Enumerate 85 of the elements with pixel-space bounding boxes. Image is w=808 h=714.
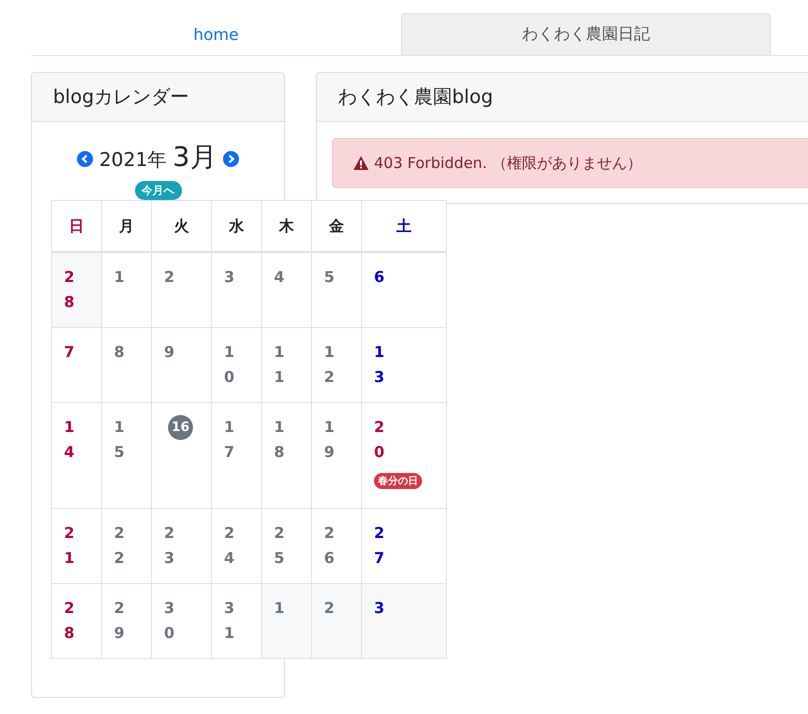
day-cell[interactable]: 3 — [362, 583, 446, 658]
day-cell[interactable]: 13 — [362, 327, 446, 402]
day-number: 6 — [374, 267, 384, 288]
day-number: 2 — [324, 598, 334, 618]
nav-tab[interactable]: わくわく農園日記 — [401, 13, 771, 55]
day-cell[interactable]: 11 — [262, 327, 312, 402]
next-icon[interactable] — [222, 151, 239, 167]
day-number: 15 — [114, 416, 124, 462]
alert-message: 403 Forbidden. （権限がありません） — [374, 154, 642, 172]
day-number: 2 — [164, 267, 174, 288]
day-cell[interactable]: 20 春分の日 — [362, 402, 446, 508]
day-cell[interactable]: 9 — [152, 327, 212, 402]
day-cell[interactable]: 16 — [152, 402, 212, 508]
weekday-header: 月 — [102, 200, 152, 252]
day-cell[interactable]: 1 — [262, 583, 312, 658]
weekday-header: 水 — [212, 200, 262, 252]
day-number: 7 — [64, 342, 74, 362]
day-cell[interactable]: 15 — [102, 402, 152, 508]
day-number: 5 — [324, 267, 334, 288]
day-cell[interactable]: 28 — [52, 252, 102, 327]
day-number: 8 — [114, 342, 124, 362]
day-number: 4 — [274, 267, 284, 288]
day-cell[interactable]: 28 — [52, 583, 102, 658]
holiday-badge: 春分の日 — [374, 472, 422, 488]
day-number: 18 — [274, 416, 284, 462]
day-cell[interactable]: 18 — [262, 402, 312, 508]
card-title: わくわく農園blog — [338, 85, 494, 110]
day-number: 26 — [324, 522, 334, 568]
day-number: 9 — [164, 342, 174, 362]
previous-icon[interactable] — [77, 151, 94, 167]
day-number: 25 — [274, 522, 284, 568]
weekday-header: 木 — [262, 200, 312, 252]
day-cell[interactable]: 4 — [262, 252, 312, 327]
day-number: 21 — [64, 522, 74, 568]
day-number: 24 — [224, 522, 234, 568]
card-title: blogカレンダー — [53, 85, 190, 110]
day-number: 20 — [374, 416, 384, 462]
day-number: 1 — [274, 598, 284, 618]
day-number: 28 — [64, 598, 74, 644]
day-cell[interactable]: 21 — [52, 508, 102, 583]
day-cell[interactable]: 23 — [152, 508, 212, 583]
day-number: 11 — [274, 342, 284, 388]
this-month-button[interactable]: 今月へ — [134, 181, 182, 200]
month-label: 3月 — [172, 141, 217, 175]
day-cell[interactable]: 2 — [312, 583, 362, 658]
day-number: 10 — [224, 342, 234, 388]
day-number: 23 — [164, 522, 174, 568]
weekday-header: 火 — [152, 200, 212, 252]
day-number: 13 — [374, 342, 384, 388]
day-cell[interactable]: 17 — [212, 402, 262, 508]
day-number: 29 — [114, 598, 124, 644]
day-cell[interactable]: 3 — [212, 252, 262, 327]
day-cell[interactable]: 27 — [362, 508, 446, 583]
day-number: 27 — [374, 522, 384, 568]
day-cell[interactable]: 29 — [102, 583, 152, 658]
year-label: 2021年 — [99, 148, 167, 173]
day-cell[interactable]: 19 — [312, 402, 362, 508]
day-cell[interactable]: 25 — [262, 508, 312, 583]
day-cell[interactable]: 24 — [212, 508, 262, 583]
day-number: 1 — [114, 267, 124, 288]
day-number: 22 — [114, 522, 124, 568]
day-cell[interactable]: 14 — [52, 402, 102, 508]
today-marker: 16 — [168, 414, 193, 440]
day-number: 14 — [64, 416, 74, 462]
day-number: 12 — [324, 342, 334, 388]
day-number: 19 — [324, 416, 334, 462]
day-cell[interactable]: 7 — [52, 327, 102, 402]
day-cell[interactable]: 8 — [102, 327, 152, 402]
warning-icon — [353, 155, 369, 171]
day-cell[interactable]: 12 — [312, 327, 362, 402]
day-cell[interactable]: 2 — [152, 252, 212, 327]
nav-tab[interactable]: home — [31, 13, 401, 55]
day-number: 17 — [224, 416, 234, 462]
day-cell[interactable]: 6 — [362, 252, 446, 327]
day-cell[interactable]: 1 — [102, 252, 152, 327]
day-cell[interactable]: 26 — [312, 508, 362, 583]
day-cell[interactable]: 10 — [212, 327, 262, 402]
day-cell[interactable]: 22 — [102, 508, 152, 583]
day-number: 30 — [164, 598, 174, 644]
day-cell[interactable]: 5 — [312, 252, 362, 327]
day-cell[interactable]: 30 — [152, 583, 212, 658]
day-number: 28 — [64, 267, 74, 313]
day-number: 3 — [374, 598, 384, 618]
day-number: 31 — [224, 598, 234, 644]
day-number: 3 — [224, 267, 234, 288]
